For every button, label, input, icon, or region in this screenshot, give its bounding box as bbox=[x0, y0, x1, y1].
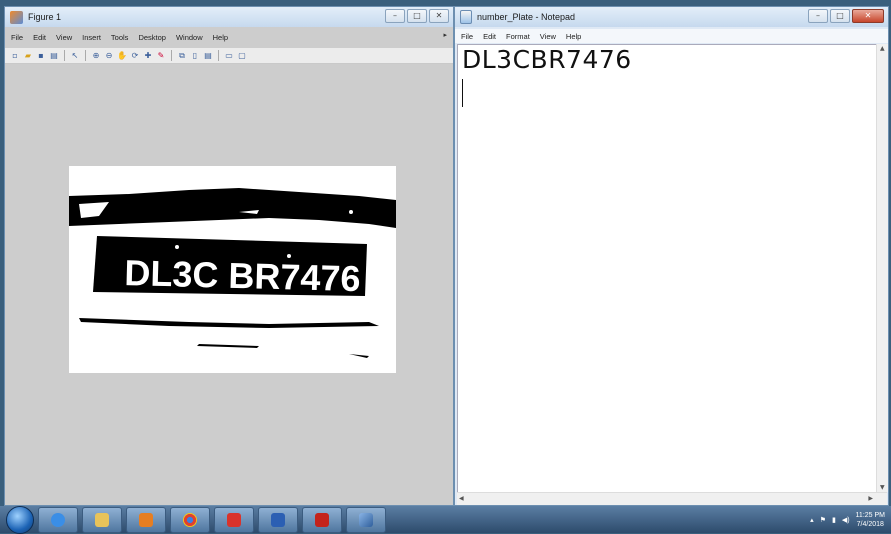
plate-dot bbox=[175, 245, 179, 249]
menu-view[interactable]: View bbox=[56, 33, 72, 42]
volume-icon[interactable]: ◀) bbox=[842, 516, 850, 524]
flag-icon[interactable]: ⚑ bbox=[820, 516, 826, 524]
figure-menubar: File Edit View Insert Tools Desktop Wind… bbox=[5, 30, 453, 44]
horizontal-scrollbar[interactable]: ◀ ▶ bbox=[457, 492, 887, 505]
word-icon bbox=[271, 512, 285, 527]
bottom-streak bbox=[349, 354, 369, 358]
figure-titlebar[interactable]: Figure 1 – □ ✕ bbox=[5, 7, 453, 27]
pan-icon[interactable]: ✋ bbox=[117, 51, 127, 61]
toolbar-separator bbox=[171, 50, 172, 61]
car-body-shape bbox=[69, 188, 396, 228]
menu-edit[interactable]: Edit bbox=[483, 32, 496, 41]
notepad-minimize-button[interactable]: – bbox=[808, 9, 828, 23]
menu-format[interactable]: Format bbox=[506, 32, 530, 41]
toolbar-separator bbox=[64, 50, 65, 61]
acrobat-icon bbox=[315, 512, 329, 527]
system-tray: ▴ ⚑ ▮ ◀) 11:25 PM 7/4/2018 bbox=[810, 506, 885, 533]
print-icon[interactable]: ▤ bbox=[49, 51, 59, 61]
notepad-menubar: File Edit Format View Help bbox=[455, 29, 888, 43]
hide-plot-tools-icon[interactable]: ▭ bbox=[224, 51, 234, 61]
menu-insert[interactable]: Insert bbox=[82, 33, 101, 42]
brush-icon[interactable]: ✎ bbox=[156, 51, 166, 61]
scroll-right-arrow-icon[interactable]: ▶ bbox=[868, 495, 873, 502]
bottom-streak bbox=[79, 318, 379, 328]
download-arrow-icon bbox=[227, 512, 241, 527]
start-button[interactable] bbox=[6, 505, 34, 534]
notepad-close-button[interactable]: ✕ bbox=[852, 9, 884, 23]
taskbar-word-button[interactable] bbox=[258, 506, 298, 533]
internet-explorer-icon bbox=[51, 512, 65, 527]
vertical-scrollbar[interactable]: ▲ ▼ bbox=[876, 44, 888, 492]
minimize-button[interactable]: – bbox=[385, 9, 405, 23]
menu-help[interactable]: Help bbox=[213, 33, 228, 42]
notepad-titlebar[interactable]: number_Plate - Notepad – □ ✕ bbox=[455, 7, 888, 27]
edit-plot-arrow-icon[interactable]: ↖ bbox=[70, 51, 80, 61]
menu-file[interactable]: File bbox=[11, 33, 23, 42]
link-plot-icon[interactable]: ⧉ bbox=[177, 51, 187, 61]
clock[interactable]: 11:25 PM 7/4/2018 bbox=[856, 511, 885, 529]
plate-text: DL3C BR7476 bbox=[123, 252, 362, 300]
taskbar-media-button[interactable] bbox=[126, 506, 166, 533]
taskbar-chrome-button[interactable] bbox=[170, 506, 210, 533]
scroll-left-arrow-icon[interactable]: ◀ bbox=[459, 495, 464, 502]
menu-window[interactable]: Window bbox=[176, 33, 203, 42]
figure-title: Figure 1 bbox=[28, 12, 62, 22]
matlab-figure-icon bbox=[10, 10, 23, 24]
text-caret bbox=[462, 79, 463, 107]
taskbar-explorer-button[interactable] bbox=[82, 506, 122, 533]
zoom-in-icon[interactable]: ⊕ bbox=[91, 51, 101, 61]
menu-view[interactable]: View bbox=[540, 32, 556, 41]
rotate-3d-icon[interactable]: ⟳ bbox=[130, 51, 140, 61]
show-hidden-icons-icon[interactable]: ▴ bbox=[810, 516, 814, 524]
toolbar-separator bbox=[85, 50, 86, 61]
legend-icon[interactable]: ▤ bbox=[203, 51, 213, 61]
zoom-out-icon[interactable]: ⊖ bbox=[104, 51, 114, 61]
clock-date: 7/4/2018 bbox=[856, 520, 884, 528]
show-plot-tools-icon[interactable]: ▢ bbox=[237, 51, 247, 61]
colorbar-icon[interactable]: ▯ bbox=[190, 51, 200, 61]
data-cursor-icon[interactable]: ✚ bbox=[143, 51, 153, 61]
taskbar-acrobat-button[interactable] bbox=[302, 506, 342, 533]
figure-toolbar: ▫ ▰ ▪ ▤ ↖ ⊕ ⊖ ✋ ⟳ ✚ ✎ ⧉ ▯ ▤ ▭ ▢ bbox=[5, 48, 453, 64]
menu-desktop[interactable]: Desktop bbox=[138, 33, 166, 42]
bottom-streak bbox=[197, 344, 259, 348]
folder-icon bbox=[95, 512, 109, 527]
notepad-maximize-button[interactable]: □ bbox=[830, 9, 850, 23]
notepad-content: DL3CBR7476 bbox=[462, 45, 632, 74]
menu-edit[interactable]: Edit bbox=[33, 33, 46, 42]
scroll-down-arrow-icon[interactable]: ▼ bbox=[880, 484, 885, 491]
taskbar-ie-button[interactable] bbox=[38, 506, 78, 533]
clock-time: 11:25 PM bbox=[855, 511, 885, 519]
media-player-icon bbox=[139, 512, 153, 527]
matlab-icon bbox=[359, 512, 373, 527]
menu-file[interactable]: File bbox=[461, 32, 473, 41]
new-figure-icon[interactable]: ▫ bbox=[10, 51, 20, 61]
network-icon[interactable]: ▮ bbox=[832, 516, 836, 524]
toolbar-separator bbox=[218, 50, 219, 61]
notepad-icon bbox=[460, 10, 472, 24]
close-button[interactable]: ✕ bbox=[429, 9, 449, 23]
scroll-up-arrow-icon[interactable]: ▲ bbox=[880, 45, 885, 52]
binarized-plate-image: DL3C BR7476 bbox=[69, 166, 396, 373]
save-icon[interactable]: ▪ bbox=[36, 51, 46, 61]
taskbar: ▴ ⚑ ▮ ◀) 11:25 PM 7/4/2018 bbox=[0, 505, 891, 534]
maximize-button[interactable]: □ bbox=[407, 9, 427, 23]
taskbar-download-button[interactable] bbox=[214, 506, 254, 533]
menubar-overflow-arrow[interactable]: ▸ bbox=[443, 31, 447, 39]
chrome-icon bbox=[183, 512, 197, 527]
taskbar-matlab-button[interactable] bbox=[346, 506, 386, 533]
open-file-icon[interactable]: ▰ bbox=[23, 51, 33, 61]
notepad-text-area[interactable]: DL3CBR7476 bbox=[457, 44, 878, 494]
menu-tools[interactable]: Tools bbox=[111, 33, 129, 42]
car-body-speck bbox=[349, 210, 353, 214]
notepad-title: number_Plate - Notepad bbox=[477, 12, 576, 22]
menu-help[interactable]: Help bbox=[566, 32, 581, 41]
